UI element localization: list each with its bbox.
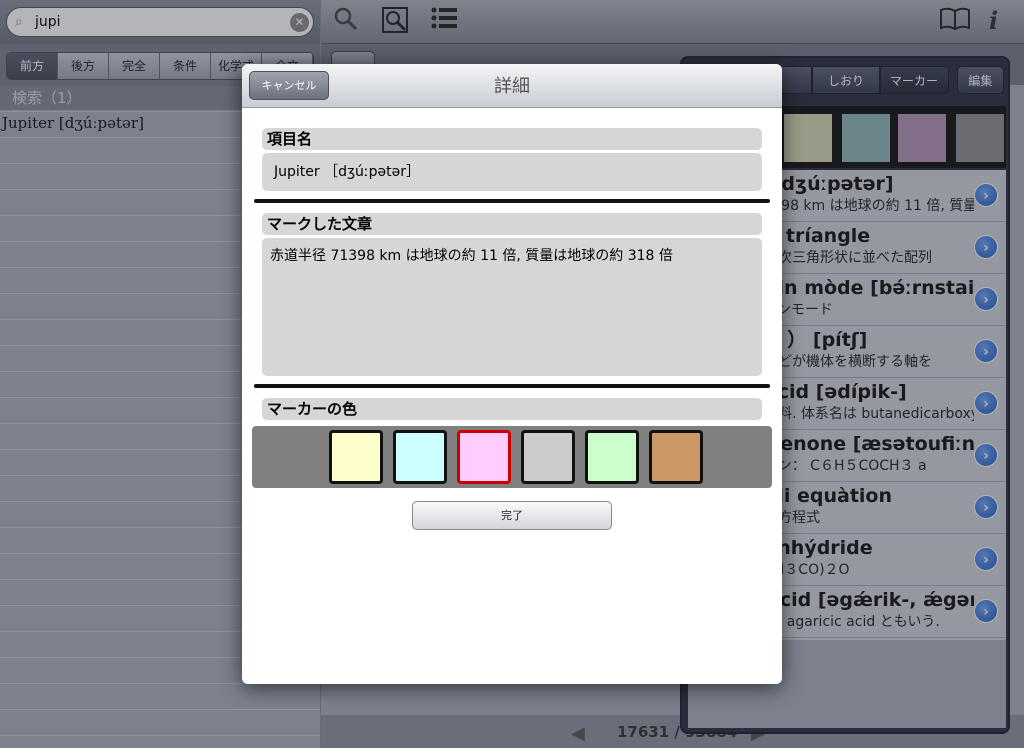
- done-button[interactable]: 完了: [412, 501, 612, 530]
- color-swatch-pink[interactable]: [457, 430, 511, 484]
- dialog-title: 詳細: [494, 76, 530, 97]
- marker-color-label: マーカーの色: [262, 398, 762, 420]
- marked-text-label: マークした文章: [262, 213, 762, 235]
- marker-color-palette: [252, 426, 772, 488]
- marked-text-field[interactable]: 赤道半径 71398 km は地球の約 11 倍, 質量は地球の約 318 倍: [262, 238, 762, 376]
- section-divider: [254, 199, 770, 203]
- item-name-field: Jupiter ［dʒúːpətər］: [262, 153, 762, 191]
- section-divider: [254, 384, 770, 388]
- item-name-label: 項目名: [262, 128, 762, 150]
- color-swatch-yellow[interactable]: [329, 430, 383, 484]
- color-swatch-green[interactable]: [585, 430, 639, 484]
- color-swatch-brown[interactable]: [649, 430, 703, 484]
- color-swatch-gray[interactable]: [521, 430, 575, 484]
- color-swatch-cyan[interactable]: [393, 430, 447, 484]
- dialog-navbar: キャンセル 詳細: [242, 64, 782, 108]
- detail-dialog: キャンセル 詳細 項目名 Jupiter ［dʒúːpətər］ マークした文章…: [242, 64, 782, 684]
